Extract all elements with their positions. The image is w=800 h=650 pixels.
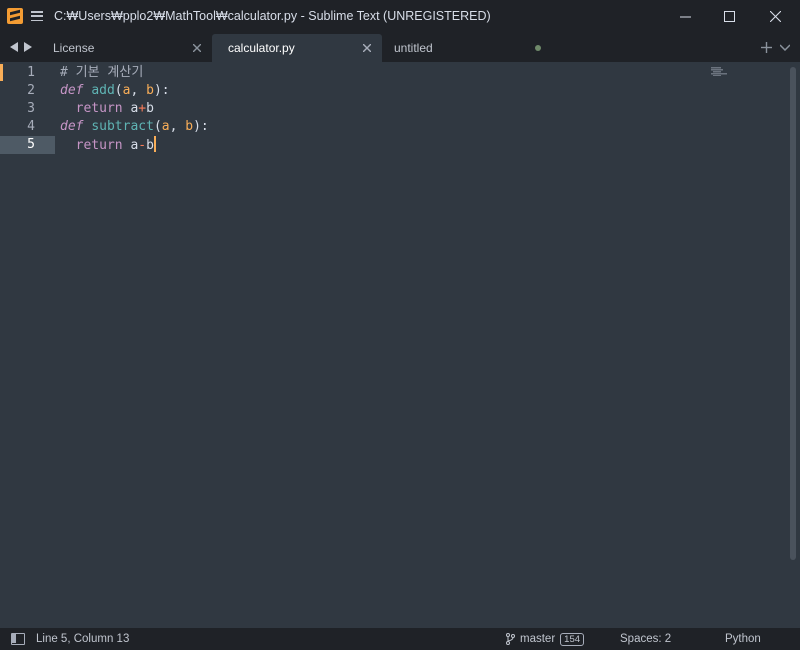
punctuation-token: , — [169, 119, 186, 134]
line-number-active: 5 — [0, 136, 55, 154]
window-title: C:₩Users₩pplo2₩MathTool₩calculator.py - … — [54, 9, 491, 23]
next-tab-button[interactable] — [21, 32, 35, 62]
tab-close-button[interactable] — [361, 42, 372, 53]
comment-token: # 기본 계산기 — [60, 65, 144, 80]
keyword-token: def — [60, 119, 84, 134]
punctuation-token: , — [130, 83, 147, 98]
punctuation-token: ): — [193, 119, 209, 134]
identifier-token: b — [146, 101, 154, 116]
previous-tab-button[interactable] — [7, 32, 21, 62]
new-tab-button[interactable] — [758, 32, 774, 62]
parameter-token: b — [146, 83, 154, 98]
close-icon — [362, 43, 371, 52]
minimap[interactable] — [710, 66, 730, 76]
operator-token: + — [138, 101, 147, 116]
scrollbar-thumb[interactable] — [790, 67, 796, 560]
line-number: 3 — [27, 101, 35, 116]
panel-toggle-icon[interactable] — [11, 633, 25, 645]
tab-bar: License calculator.py untitled — [0, 32, 800, 62]
line-number: 1 — [27, 65, 35, 80]
tab-close-button[interactable] — [191, 42, 202, 53]
keyword-token: return — [75, 101, 123, 116]
code-line[interactable]: return a+b — [60, 100, 154, 118]
function-name-token: subtract — [91, 119, 154, 134]
function-name-token: add — [91, 83, 115, 98]
text-caret — [153, 136, 156, 152]
minimize-icon — [679, 16, 691, 17]
parameter-token: b — [185, 119, 194, 134]
tab-untitled[interactable]: untitled — [378, 34, 553, 62]
indentation-setting[interactable]: Spaces: 2 — [620, 628, 671, 650]
syntax-selector[interactable]: Python — [725, 628, 761, 650]
maximize-icon — [723, 10, 735, 22]
status-bar: Line 5, Column 13 master 154 Spaces: 2 P… — [0, 628, 800, 650]
tab-label: License — [53, 41, 95, 55]
punctuation-token: ( — [114, 83, 123, 98]
cursor-position: Line 5, Column 13 — [36, 633, 130, 645]
code-line[interactable]: def subtract(a, b): — [60, 118, 209, 136]
minimize-button[interactable] — [662, 0, 708, 32]
editor-area[interactable]: 1 2 3 4 5 # 기본 계산기 def add(a, b): return… — [0, 62, 800, 628]
arrow-right-icon — [24, 42, 32, 52]
plus-icon — [760, 41, 772, 53]
identifier-token: b — [146, 138, 154, 153]
hamburger-menu-icon[interactable] — [31, 11, 43, 21]
maximize-button[interactable] — [706, 0, 752, 32]
branch-name: master — [520, 633, 556, 645]
operator-token: - — [138, 138, 147, 153]
punctuation-token: ): — [153, 83, 170, 98]
close-icon — [192, 43, 201, 52]
branch-change-count-badge: 154 — [560, 632, 585, 646]
code-line[interactable]: def add(a, b): — [60, 82, 170, 100]
tab-license[interactable]: License — [37, 34, 212, 62]
git-branch-status[interactable]: master 154 — [506, 628, 585, 650]
arrow-left-icon — [10, 42, 18, 52]
line-number: 2 — [27, 83, 35, 98]
punctuation-token: ( — [153, 119, 162, 134]
chevron-down-icon — [780, 43, 790, 51]
code-line[interactable]: # 기본 계산기 — [60, 64, 143, 82]
line-number-gutter[interactable]: 1 2 3 4 5 — [0, 62, 55, 628]
git-branch-icon — [506, 633, 515, 645]
close-icon — [769, 10, 781, 22]
keyword-token: return — [75, 138, 123, 153]
tab-calculator-py[interactable]: calculator.py — [212, 34, 382, 62]
tab-list-button[interactable] — [777, 32, 793, 62]
code-line-active[interactable]: return a-b — [60, 136, 156, 154]
sublime-logo-icon[interactable] — [7, 8, 23, 24]
close-window-button[interactable] — [752, 0, 798, 32]
unsaved-dot-icon[interactable] — [535, 45, 541, 51]
line-number: 4 — [27, 119, 35, 134]
tab-label: calculator.py — [228, 41, 295, 55]
tab-label: untitled — [394, 41, 433, 55]
parameter-token: a — [161, 119, 170, 134]
title-bar: C:₩Users₩pplo2₩MathTool₩calculator.py - … — [0, 0, 800, 32]
keyword-token: def — [60, 83, 84, 98]
